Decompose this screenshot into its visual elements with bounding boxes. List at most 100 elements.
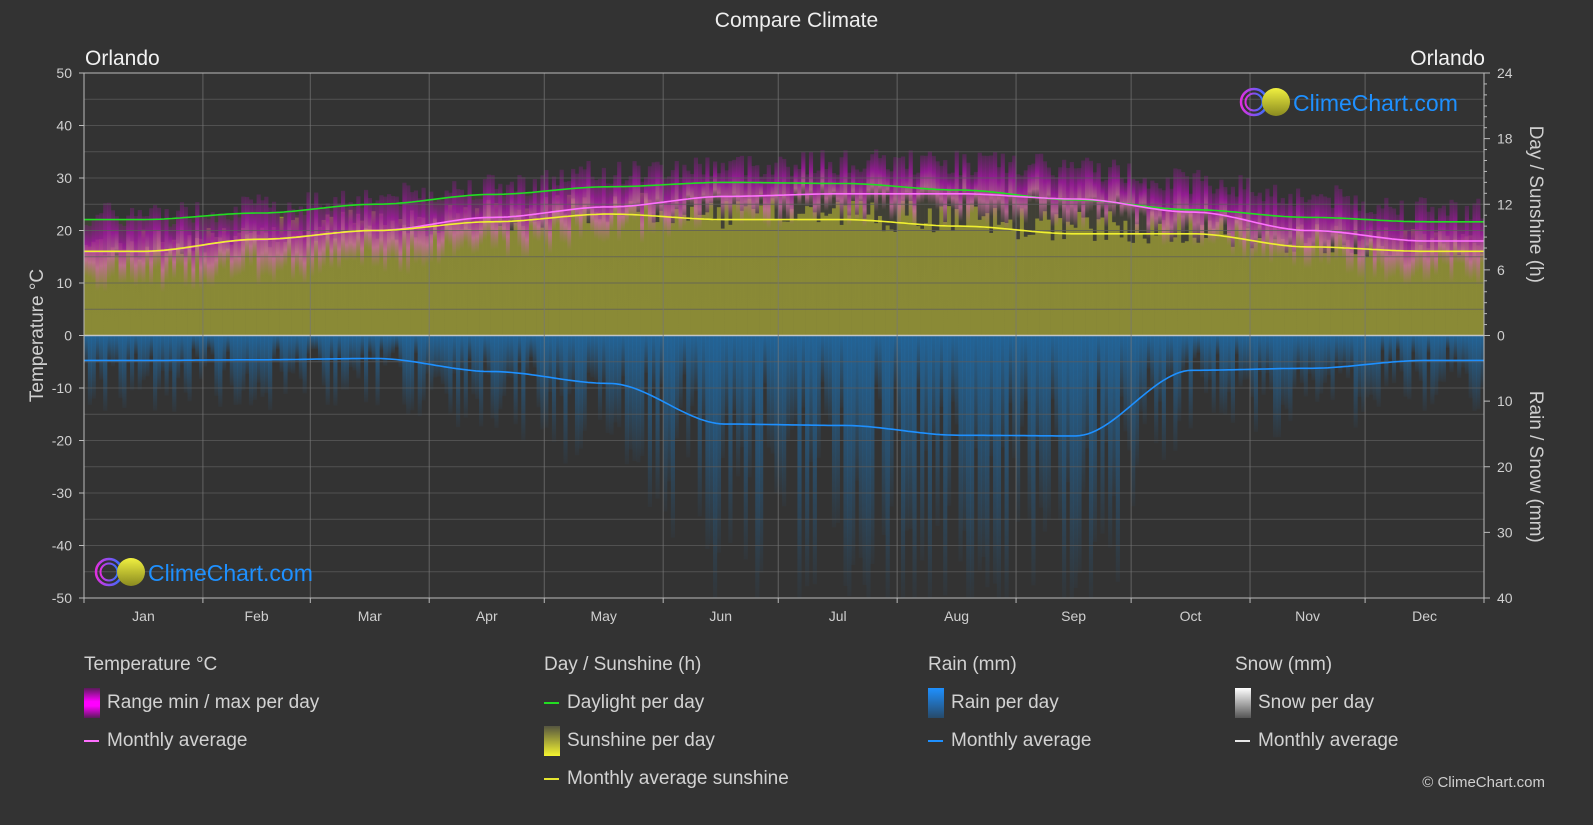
rain-bar <box>1388 335 1393 359</box>
sunshine-bar <box>962 227 967 336</box>
rain-bar <box>294 335 300 358</box>
temp-range-bar <box>279 218 284 272</box>
rain-bar <box>1204 335 1209 394</box>
rain-bar <box>1411 335 1416 353</box>
rain-bar <box>847 335 852 597</box>
rain-bar <box>479 335 484 427</box>
rain-bar <box>440 335 445 385</box>
sunshine-bar <box>225 248 231 336</box>
rain-bar <box>597 335 603 420</box>
sunshine-bar <box>854 214 860 336</box>
legend-group-sunshine: Day / Sunshine (h) Daylight per day Suns… <box>544 654 789 798</box>
sunshine-bar <box>977 219 982 336</box>
rain-bar <box>356 335 361 379</box>
y-tick-label-left: -30 <box>52 485 72 501</box>
rain-bar <box>920 335 925 561</box>
temp-range-bar <box>1342 196 1347 260</box>
sunshine-bar <box>1062 239 1067 336</box>
sunshine-bar <box>839 224 844 336</box>
rain-bar <box>567 335 572 395</box>
rain-bar <box>532 335 537 368</box>
rain-bar <box>1023 335 1028 402</box>
temp-range-bar <box>410 192 415 251</box>
temp-range-bar <box>904 168 909 202</box>
rain-bar <box>1372 335 1377 401</box>
rain-bar <box>1380 335 1385 351</box>
rain-bar <box>816 335 821 458</box>
temp-range-bar <box>1265 188 1270 251</box>
rain-bar <box>302 335 307 394</box>
rain-bar <box>122 335 127 409</box>
temp-range-bar <box>690 173 695 207</box>
temp-range-bar <box>954 150 959 221</box>
rain-bar <box>1464 335 1469 374</box>
temp-range-bar <box>996 167 1002 212</box>
temp-range-bar <box>854 169 860 221</box>
temp-range-bar <box>241 196 246 273</box>
sunshine-bar <box>1192 237 1197 336</box>
rain-bar <box>1219 335 1224 414</box>
rain-bar <box>1234 335 1239 355</box>
rain-bar <box>835 335 840 523</box>
rain-bar <box>406 335 411 415</box>
temp-range-bar <box>1284 203 1289 260</box>
y-tick-label-right-mm: 10 <box>1497 393 1513 409</box>
rain-bar <box>413 335 418 354</box>
sunshine-bar <box>1008 219 1013 336</box>
sunshine-bar <box>1184 241 1189 336</box>
watermark-text-bottom: ClimeChart.com <box>148 560 313 586</box>
legend-label: Range min / max per day <box>107 692 320 713</box>
y-tick-label-right-hours: 24 <box>1497 65 1513 81</box>
rain-bar <box>333 335 338 406</box>
temp-range-bar <box>114 216 119 263</box>
temp-range-bar <box>137 210 142 281</box>
sunshine-bar <box>498 225 503 336</box>
sunshine-bar <box>1211 228 1216 336</box>
rain-bar <box>989 335 994 457</box>
rain-bar <box>693 335 698 392</box>
temp-range-bar <box>1437 208 1443 261</box>
temp-range-bar <box>317 205 323 274</box>
sunshine-bar <box>1223 234 1228 336</box>
sunshine-bar <box>632 205 637 336</box>
legend-group-snow: Snow (mm) Snow per day Monthly average <box>1235 654 1398 760</box>
rain-bar <box>1434 335 1439 396</box>
temp-range-bar <box>141 216 146 284</box>
sunshine-bar <box>755 213 760 336</box>
temp-range-bar <box>670 170 675 228</box>
rain-bar <box>973 335 978 449</box>
sunshine-bar <box>1154 235 1159 336</box>
sunshine-bar <box>1092 240 1097 336</box>
yellow-gradient-swatch-icon <box>544 726 560 756</box>
rain-bar <box>103 335 108 411</box>
temp-range-bar <box>486 174 491 237</box>
rain-bar <box>1399 335 1404 372</box>
sunshine-bar <box>1065 221 1071 336</box>
temp-range-bar <box>1142 177 1147 217</box>
temp-range-bar <box>513 191 518 231</box>
sunshine-bar <box>114 255 119 336</box>
rain-bar <box>1027 335 1032 520</box>
sunshine-bar <box>732 204 737 336</box>
legend-heading: Rain (mm) <box>928 654 1017 675</box>
sunshine-bar <box>1000 221 1005 336</box>
temp-range-bar <box>233 206 238 277</box>
rain-bar <box>1391 335 1397 384</box>
rain-bar <box>701 335 706 419</box>
y-tick-label-right-mm: 30 <box>1497 524 1513 540</box>
x-tick-label: Feb <box>245 608 269 624</box>
sunshine-bar <box>751 208 756 336</box>
logo-sun-icon <box>1262 88 1290 116</box>
rain-bar <box>114 335 119 364</box>
rain-bar <box>644 335 649 373</box>
rain-bar <box>870 335 875 564</box>
rain-bar <box>709 335 714 545</box>
temp-range-bar <box>674 160 679 221</box>
x-tick-label: Jan <box>132 608 155 624</box>
temp-range-bar <box>367 197 372 251</box>
rain-bar <box>1016 335 1021 522</box>
temp-range-bar <box>264 196 269 275</box>
logo-ring-inner-icon <box>1244 92 1264 112</box>
x-tick-label: Oct <box>1180 608 1202 624</box>
temp-range-bar <box>164 208 169 281</box>
